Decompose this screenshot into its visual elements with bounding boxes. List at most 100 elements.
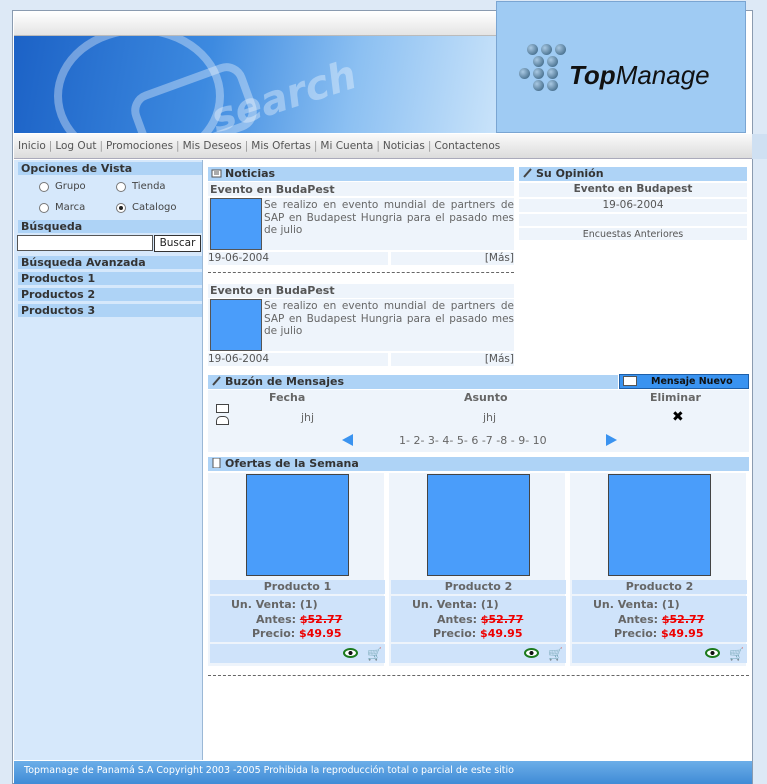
new-message-button[interactable]: Mensaje Nuevo: [619, 374, 749, 389]
col-eliminar: Eliminar: [650, 391, 701, 404]
view-options-title: Opciones de Vista: [18, 162, 202, 175]
col-asunto: Asunto: [464, 391, 508, 404]
unread-envelope-icon: [216, 404, 229, 413]
inbox-header: Buzón de Mensajes: [208, 375, 618, 389]
radio-label: Catalogo: [132, 202, 177, 213]
sidebar-item-productos-3[interactable]: Productos 3: [18, 304, 202, 317]
search-button[interactable]: Buscar: [154, 235, 201, 252]
nav-inicio[interactable]: Inicio: [18, 140, 46, 152]
nav-edge: [752, 134, 767, 159]
search-title: Búsqueda: [18, 220, 202, 233]
sidebar-item-advanced-search[interactable]: Búsqueda Avanzada: [18, 256, 202, 269]
product-name[interactable]: Producto 2: [572, 580, 747, 594]
product-before: Antes: $52.77: [256, 613, 343, 626]
top-bar: [14, 12, 496, 36]
copyright-text: Topmanage de Panamá S.A Copyright 2003 -…: [24, 765, 514, 776]
header-banner: search: [14, 36, 496, 133]
news-header: Noticias: [208, 167, 514, 181]
poll-spacer: [519, 214, 747, 226]
pencil-icon: [522, 168, 533, 178]
radio-grupo[interactable]: Grupo: [39, 181, 86, 192]
radio-circle[interactable]: [116, 181, 126, 192]
product-name[interactable]: Producto 1: [210, 580, 385, 594]
sidebar-item-productos-1[interactable]: Productos 1: [18, 272, 202, 285]
news-title: Noticias: [225, 167, 276, 180]
col-fecha: Fecha: [269, 391, 306, 404]
radio-circle[interactable]: [39, 181, 49, 192]
product-image[interactable]: [427, 474, 530, 576]
nav-mi-cuenta[interactable]: Mi Cuenta: [320, 140, 373, 152]
inbox-title: Buzón de Mensajes: [225, 375, 344, 388]
offers-title: Ofertas de la Semana: [225, 457, 359, 470]
product-actions: [210, 644, 385, 663]
news-headline[interactable]: Evento en BudaPest: [210, 284, 335, 297]
nav-mis-deseos[interactable]: Mis Deseos: [183, 140, 242, 152]
divider: [208, 272, 514, 273]
news-headline[interactable]: Evento en BudaPest: [210, 183, 335, 196]
radio-label: Tienda: [132, 181, 166, 192]
product-price: Precio: $49.95: [252, 627, 342, 640]
pagination[interactable]: 1- 2- 3- 4- 5- 6 -7 -8 - 9- 10: [399, 434, 547, 447]
poll-headline: Evento en Budapest: [519, 183, 747, 197]
nav-log-out[interactable]: Log Out: [55, 140, 96, 152]
main-nav: Inicio | Log Out | Promociones | Mis Deseos…: [14, 134, 752, 159]
delete-icon[interactable]: ✖: [672, 409, 684, 425]
radio-tienda[interactable]: Tienda: [116, 181, 166, 192]
product-price: Precio: $49.95: [433, 627, 523, 640]
document-icon: [211, 457, 222, 469]
sidebar-item-productos-2[interactable]: Productos 2: [18, 288, 202, 301]
poll-date: 19-06-2004: [519, 199, 747, 212]
news-icon: [211, 168, 222, 178]
nav-mis-ofertas[interactable]: Mis Ofertas: [251, 140, 311, 152]
cart-icon[interactable]: 🛒: [548, 647, 563, 661]
product-name[interactable]: Producto 2: [391, 580, 566, 594]
offers-header: Ofertas de la Semana: [208, 457, 749, 471]
cart-icon[interactable]: 🛒: [729, 647, 744, 661]
opinion-title: Su Opinión: [536, 167, 604, 180]
news-date: 19-06-2004: [208, 353, 388, 366]
message-date[interactable]: jhj: [301, 411, 314, 424]
radio-circle-selected[interactable]: [116, 202, 126, 213]
news-more-link[interactable]: [Más]: [391, 252, 514, 265]
radio-catalogo[interactable]: Catalogo: [116, 202, 177, 213]
radio-circle[interactable]: [39, 202, 49, 213]
prev-page-icon[interactable]: [342, 434, 353, 446]
next-page-icon[interactable]: [606, 434, 617, 446]
footer: Topmanage de Panamá S.A Copyright 2003 -…: [14, 761, 752, 784]
envelope-icon: [623, 376, 637, 386]
cart-icon[interactable]: 🛒: [367, 647, 382, 661]
radio-marca[interactable]: Marca: [39, 202, 85, 213]
news-text: Se realizo en evento mundial de partners…: [264, 199, 514, 236]
product-unit: Un. Venta: (1): [412, 598, 499, 611]
nav-noticias[interactable]: Noticias: [383, 140, 425, 152]
nav-contactenos[interactable]: Contactenos: [434, 140, 500, 152]
pencil-icon: [211, 376, 222, 386]
logo-text: TopManage: [569, 60, 710, 90]
product-before: Antes: $52.77: [618, 613, 705, 626]
product-image[interactable]: [246, 474, 349, 576]
product-image[interactable]: [608, 474, 711, 576]
radio-label: Marca: [55, 202, 86, 213]
view-eye-icon[interactable]: [524, 648, 539, 658]
product-unit: Un. Venta: (1): [593, 598, 680, 611]
divider: [208, 675, 749, 676]
news-more-link[interactable]: [Más]: [391, 353, 514, 366]
message-subject[interactable]: jhj: [483, 411, 496, 424]
view-eye-icon[interactable]: [343, 648, 358, 658]
previous-polls-link[interactable]: Encuestas Anteriores: [519, 228, 747, 240]
product-price: Precio: $49.95: [614, 627, 704, 640]
news-date: 19-06-2004: [208, 252, 388, 265]
logo-dots-icon: [519, 44, 569, 91]
search-input[interactable]: [17, 235, 153, 251]
news-thumbnail[interactable]: [210, 299, 262, 351]
news-text: Se realizo en evento mundial de partners…: [264, 300, 514, 337]
logo[interactable]: TopManage: [496, 1, 746, 133]
view-eye-icon[interactable]: [705, 648, 720, 658]
product-actions: [572, 644, 747, 663]
news-thumbnail[interactable]: [210, 198, 262, 250]
product-unit: Un. Venta: (1): [231, 598, 318, 611]
nav-promociones[interactable]: Promociones: [106, 140, 173, 152]
opinion-header: Su Opinión: [519, 167, 747, 181]
open-envelope-icon: [216, 416, 229, 425]
product-actions: [391, 644, 566, 663]
